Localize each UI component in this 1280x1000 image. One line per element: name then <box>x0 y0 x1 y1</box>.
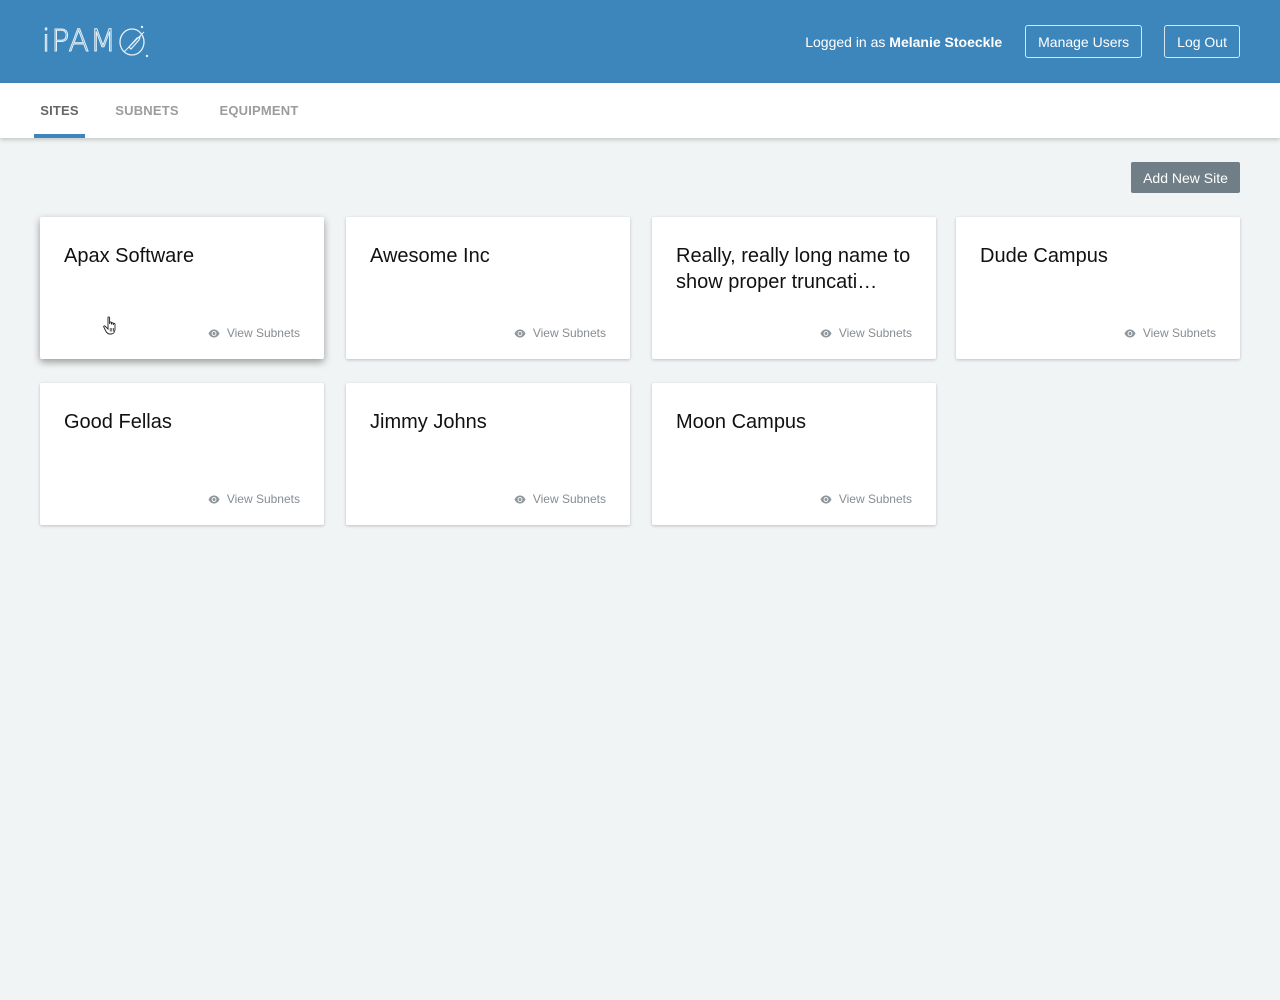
site-card[interactable]: Moon Campus View Subnets <box>652 383 936 525</box>
view-subnets-link[interactable]: View Subnets <box>208 492 300 506</box>
view-subnets-link[interactable]: View Subnets <box>514 492 606 506</box>
site-name: Awesome Inc <box>370 245 490 267</box>
logged-in-prefix: Logged in as <box>805 33 890 50</box>
site-card[interactable]: Awesome Inc View Subnets <box>346 217 630 359</box>
site-name: Jimmy Johns <box>370 411 487 433</box>
eye-icon <box>820 329 832 337</box>
view-subnets-label: View Subnets <box>226 492 300 506</box>
app-header: iPAM Logged in as Melanie Stoeckle Manag… <box>0 0 1280 83</box>
site-card[interactable]: Really, really long name to show proper … <box>652 217 936 359</box>
site-card[interactable]: Jimmy Johns View Subnets <box>346 383 630 525</box>
site-name: Good Fellas <box>64 411 172 433</box>
tab-subnets[interactable]: SUBNETS <box>110 83 184 138</box>
view-subnets-link[interactable]: View Subnets <box>1124 326 1216 340</box>
view-subnets-link[interactable]: View Subnets <box>208 326 300 340</box>
view-subnets-label: View Subnets <box>838 492 912 506</box>
site-name: Really, really long name to show proper … <box>676 245 911 293</box>
site-name: Dude Campus <box>980 245 1108 267</box>
hand-cursor-icon <box>103 316 116 335</box>
view-subnets-label: View Subnets <box>838 326 912 340</box>
logged-in-status: Logged in as Melanie Stoeckle <box>805 34 1002 50</box>
view-subnets-label: View Subnets <box>532 326 606 340</box>
view-subnets-link[interactable]: View Subnets <box>820 492 912 506</box>
log-out-button[interactable]: Log Out <box>1164 25 1240 58</box>
view-subnets-label: View Subnets <box>226 326 300 340</box>
site-card[interactable]: Apax Software View Subnets <box>40 217 324 359</box>
eye-icon <box>208 329 220 337</box>
site-card[interactable]: Dude Campus View Subnets <box>956 217 1240 359</box>
eye-icon <box>820 495 832 503</box>
eye-icon <box>208 495 220 503</box>
view-subnets-link[interactable]: View Subnets <box>514 326 606 340</box>
tab-equipment[interactable]: EQUIPMENT <box>214 83 304 138</box>
tab-sites[interactable]: SITES <box>34 83 85 138</box>
user-area: Logged in as Melanie Stoeckle Manage Use… <box>805 25 1240 58</box>
site-name: Apax Software <box>64 245 195 267</box>
view-subnets-label: View Subnets <box>1142 326 1216 340</box>
view-subnets-label: View Subnets <box>532 492 606 506</box>
eye-icon <box>514 329 526 337</box>
user-name: Melanie Stoeckle <box>889 33 1003 50</box>
add-new-site-button[interactable]: Add New Site <box>1131 162 1240 193</box>
eye-icon <box>514 495 526 503</box>
site-name: Moon Campus <box>676 411 807 433</box>
ipam-logo[interactable]: iPAM <box>42 22 151 60</box>
logo-text: iPAM <box>42 23 117 59</box>
view-subnets-link[interactable]: View Subnets <box>820 326 912 340</box>
tab-bar: SITES SUBNETS EQUIPMENT <box>0 83 1280 138</box>
site-card[interactable]: Good Fellas View Subnets <box>40 383 324 525</box>
manage-users-button[interactable]: Manage Users <box>1025 25 1143 58</box>
eye-icon <box>1124 329 1136 337</box>
rocket-orbit-icon <box>119 25 149 58</box>
